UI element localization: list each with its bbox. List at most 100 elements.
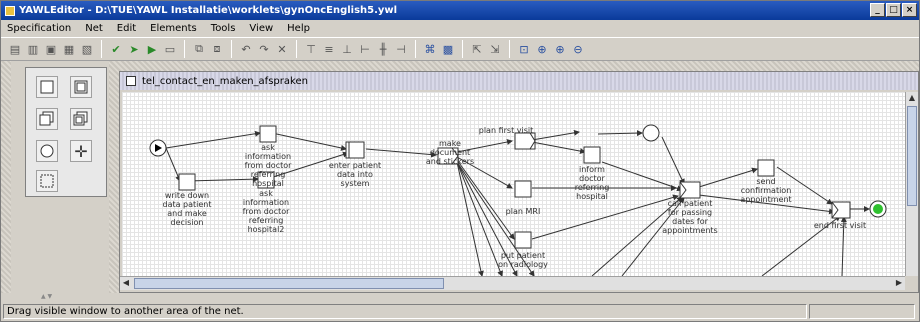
multiple-composite-task-tool-icon[interactable] [70, 108, 92, 130]
decompose-icon[interactable]: ⌘ [422, 41, 438, 57]
menu-net[interactable]: Net [85, 23, 103, 34]
open-spec-icon[interactable]: ▥ [25, 41, 41, 57]
menu-bar: Specification Net Edit Elements Tools Vi… [1, 20, 919, 37]
task-send-confirmation[interactable] [757, 159, 775, 177]
align-left-icon[interactable]: ⊢ [357, 41, 373, 57]
condition-after-first-visit[interactable] [642, 124, 660, 142]
label-t1-l1: ask [261, 143, 275, 152]
zoom-in-icon[interactable]: ⊕ [552, 41, 568, 57]
align-bottom-icon[interactable]: ⊥ [339, 41, 355, 57]
align-top-icon[interactable]: ⊤ [303, 41, 319, 57]
label-t11-l1: send [756, 177, 775, 186]
save-as-icon[interactable]: ▦ [61, 41, 77, 57]
window-controls: _ □ × [870, 3, 917, 17]
zoom-actual-size-icon[interactable]: ⊡ [516, 41, 532, 57]
net-canvas[interactable]: ask information from doctor referring hospit… [122, 92, 905, 276]
zoom-icon[interactable]: ⊕ [534, 41, 550, 57]
toolbar-separator [184, 40, 185, 58]
toolbar-separator [296, 40, 297, 58]
label-t12-l1: end first visit [814, 221, 866, 230]
vertical-scroll-thumb[interactable] [907, 106, 917, 206]
title-bar[interactable]: YAWLEditor - D:\TUE\YAWL Installatie\wor… [1, 1, 919, 20]
task-plan-mri[interactable] [514, 180, 532, 198]
net-window[interactable]: tel_contact_en_maken_afspraken ask infor… [119, 71, 919, 293]
split-pane-divider[interactable]: ▲ ▼ [1, 293, 919, 303]
increase-size-icon[interactable]: ⇱ [469, 41, 485, 57]
svg-text:informdoctorreferringhospital: inform doctor referring hospital [575, 165, 610, 201]
export-icon[interactable]: ▶ [144, 41, 160, 57]
scroll-right-icon[interactable]: ▶ [893, 277, 905, 289]
undo-icon[interactable]: ↶ [238, 41, 254, 57]
task-end-first-visit[interactable] [831, 201, 851, 219]
svg-text:end first visit: end first visit [814, 221, 866, 230]
new-spec-icon[interactable]: ▤ [7, 41, 23, 57]
redo-icon[interactable]: ↷ [256, 41, 272, 57]
align-middle-icon[interactable]: ≡ [321, 41, 337, 57]
task-inform-doctor[interactable] [583, 146, 601, 164]
menu-tools[interactable]: Tools [211, 23, 236, 34]
close-spec-icon[interactable]: ▧ [79, 41, 95, 57]
toolbar-separator [101, 40, 102, 58]
menu-specification[interactable]: Specification [7, 23, 71, 34]
label-t11-l2: confirmation [741, 186, 792, 195]
task-call-patient[interactable] [679, 181, 701, 199]
net-vertical-scrollbar[interactable]: ▲ [905, 92, 918, 276]
marquee-select-tool-icon[interactable]: ✛ [70, 140, 92, 162]
label-t7-l1: inform [579, 165, 605, 174]
net-horizontal-scrollbar[interactable]: ◀ ▶ [120, 276, 905, 290]
align-right-icon[interactable]: ⊣ [393, 41, 409, 57]
net-diagram[interactable]: ask information from doctor referring hospit… [122, 92, 905, 276]
status-secondary [809, 304, 915, 319]
validate-icon[interactable]: ✔ [108, 41, 124, 57]
label-t10-l1: call patient [668, 199, 713, 208]
task-write-down[interactable] [178, 173, 196, 191]
menu-help[interactable]: Help [287, 23, 310, 34]
copy-icon[interactable]: ⧉ [191, 41, 207, 57]
element-palette: ✛ [25, 67, 107, 197]
task-put-patient-on-radiology[interactable] [514, 231, 532, 249]
net-decomposition-icon[interactable]: ▩ [440, 41, 456, 57]
label-t1-l2: information [245, 152, 291, 161]
multiple-atomic-task-tool-icon[interactable] [36, 108, 58, 130]
atomic-task-tool-icon[interactable] [36, 76, 58, 98]
label-t7-l2: doctor [579, 174, 605, 183]
end-condition[interactable] [869, 200, 887, 218]
maximize-button[interactable]: □ [886, 3, 901, 17]
composite-task-tool-icon[interactable] [70, 76, 92, 98]
label-t10-l4: appointments [662, 226, 717, 235]
label-t5-l3: and stickers [426, 157, 474, 166]
menu-edit[interactable]: Edit [117, 23, 136, 34]
label-t2-l1: write down [165, 191, 209, 200]
save-spec-icon[interactable]: ▣ [43, 41, 59, 57]
label-t4-l2: data into [337, 170, 373, 179]
archive-icon[interactable]: ▭ [162, 41, 178, 57]
net-window-title-bar[interactable]: tel_contact_en_maken_afspraken [120, 72, 918, 90]
label-t9-l2: on radiology [498, 260, 548, 269]
delete-icon[interactable]: ✕ [274, 41, 290, 57]
svg-text:put patienton radiology: put patient on radiology [498, 251, 548, 269]
zoom-out-icon[interactable]: ⊖ [570, 41, 586, 57]
analyse-icon[interactable]: ➤ [126, 41, 142, 57]
task-enter-patient-data[interactable] [345, 141, 365, 159]
decrease-size-icon[interactable]: ⇲ [487, 41, 503, 57]
horizontal-scroll-thumb[interactable] [134, 278, 444, 289]
scroll-left-icon[interactable]: ◀ [120, 277, 132, 289]
svg-text:askinformationfrom doctorrefer: ask information from doctor referring hospit… [243, 189, 291, 234]
paste-icon[interactable]: ⧈ [209, 41, 225, 57]
scroll-up-icon[interactable]: ▲ [906, 92, 918, 104]
drag-select-tool-icon[interactable] [36, 170, 58, 192]
task-ask-information[interactable] [259, 125, 277, 143]
label-t3-l5: hospital2 [248, 225, 285, 234]
menu-view[interactable]: View [249, 23, 273, 34]
app-icon [5, 5, 15, 16]
condition-tool-icon[interactable] [36, 140, 58, 162]
menu-elements[interactable]: Elements [150, 23, 197, 34]
start-condition[interactable] [149, 139, 167, 157]
align-center-icon[interactable]: ╫ [375, 41, 391, 57]
close-button[interactable]: × [902, 3, 917, 17]
minimize-button[interactable]: _ [870, 3, 885, 17]
label-t8-l1: plan MRI [506, 207, 541, 216]
toolbar-separator [462, 40, 463, 58]
label-t10-l3: dates for [672, 217, 708, 226]
task-plan-first-visit[interactable] [514, 132, 536, 150]
